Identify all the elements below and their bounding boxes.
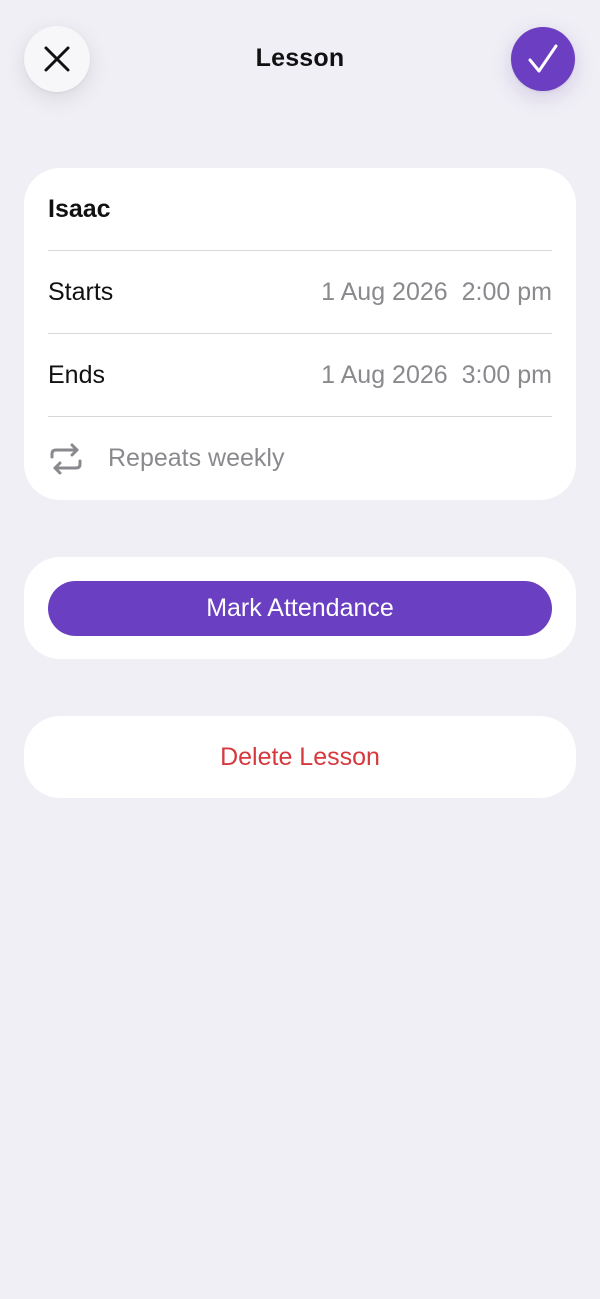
starts-label: Starts — [48, 278, 114, 306]
ends-date[interactable]: 1 Aug 2026 — [321, 361, 448, 390]
attendance-card: Mark Attendance — [24, 557, 576, 659]
starts-time[interactable]: 2:00 pm — [462, 278, 552, 307]
page-title: Lesson — [255, 44, 345, 72]
ends-value: 1 Aug 2026 3:00 pm — [321, 361, 552, 390]
delete-lesson-button[interactable]: Delete Lesson — [24, 716, 576, 798]
student-name-row[interactable]: Isaac — [48, 168, 552, 251]
checkmark-icon — [528, 44, 558, 73]
lesson-details-card: Isaac Starts 1 Aug 2026 2:00 pm Ends 1 A… — [24, 168, 576, 500]
starts-row[interactable]: Starts 1 Aug 2026 2:00 pm — [48, 251, 552, 334]
repeat-icon — [48, 441, 84, 477]
ends-row[interactable]: Ends 1 Aug 2026 3:00 pm — [48, 334, 552, 417]
delete-lesson-label: Delete Lesson — [220, 742, 380, 771]
top-bar: Lesson — [0, 0, 600, 120]
student-name: Isaac — [48, 195, 111, 223]
repeat-label: Repeats weekly — [108, 444, 285, 472]
confirm-button[interactable] — [511, 27, 575, 91]
ends-label: Ends — [48, 361, 105, 389]
ends-time[interactable]: 3:00 pm — [462, 361, 552, 390]
mark-attendance-button[interactable]: Mark Attendance — [48, 581, 552, 636]
starts-date[interactable]: 1 Aug 2026 — [321, 278, 448, 307]
close-icon — [44, 46, 70, 72]
close-button[interactable] — [24, 26, 90, 92]
repeat-row[interactable]: Repeats weekly — [48, 417, 552, 500]
starts-value: 1 Aug 2026 2:00 pm — [321, 278, 552, 307]
